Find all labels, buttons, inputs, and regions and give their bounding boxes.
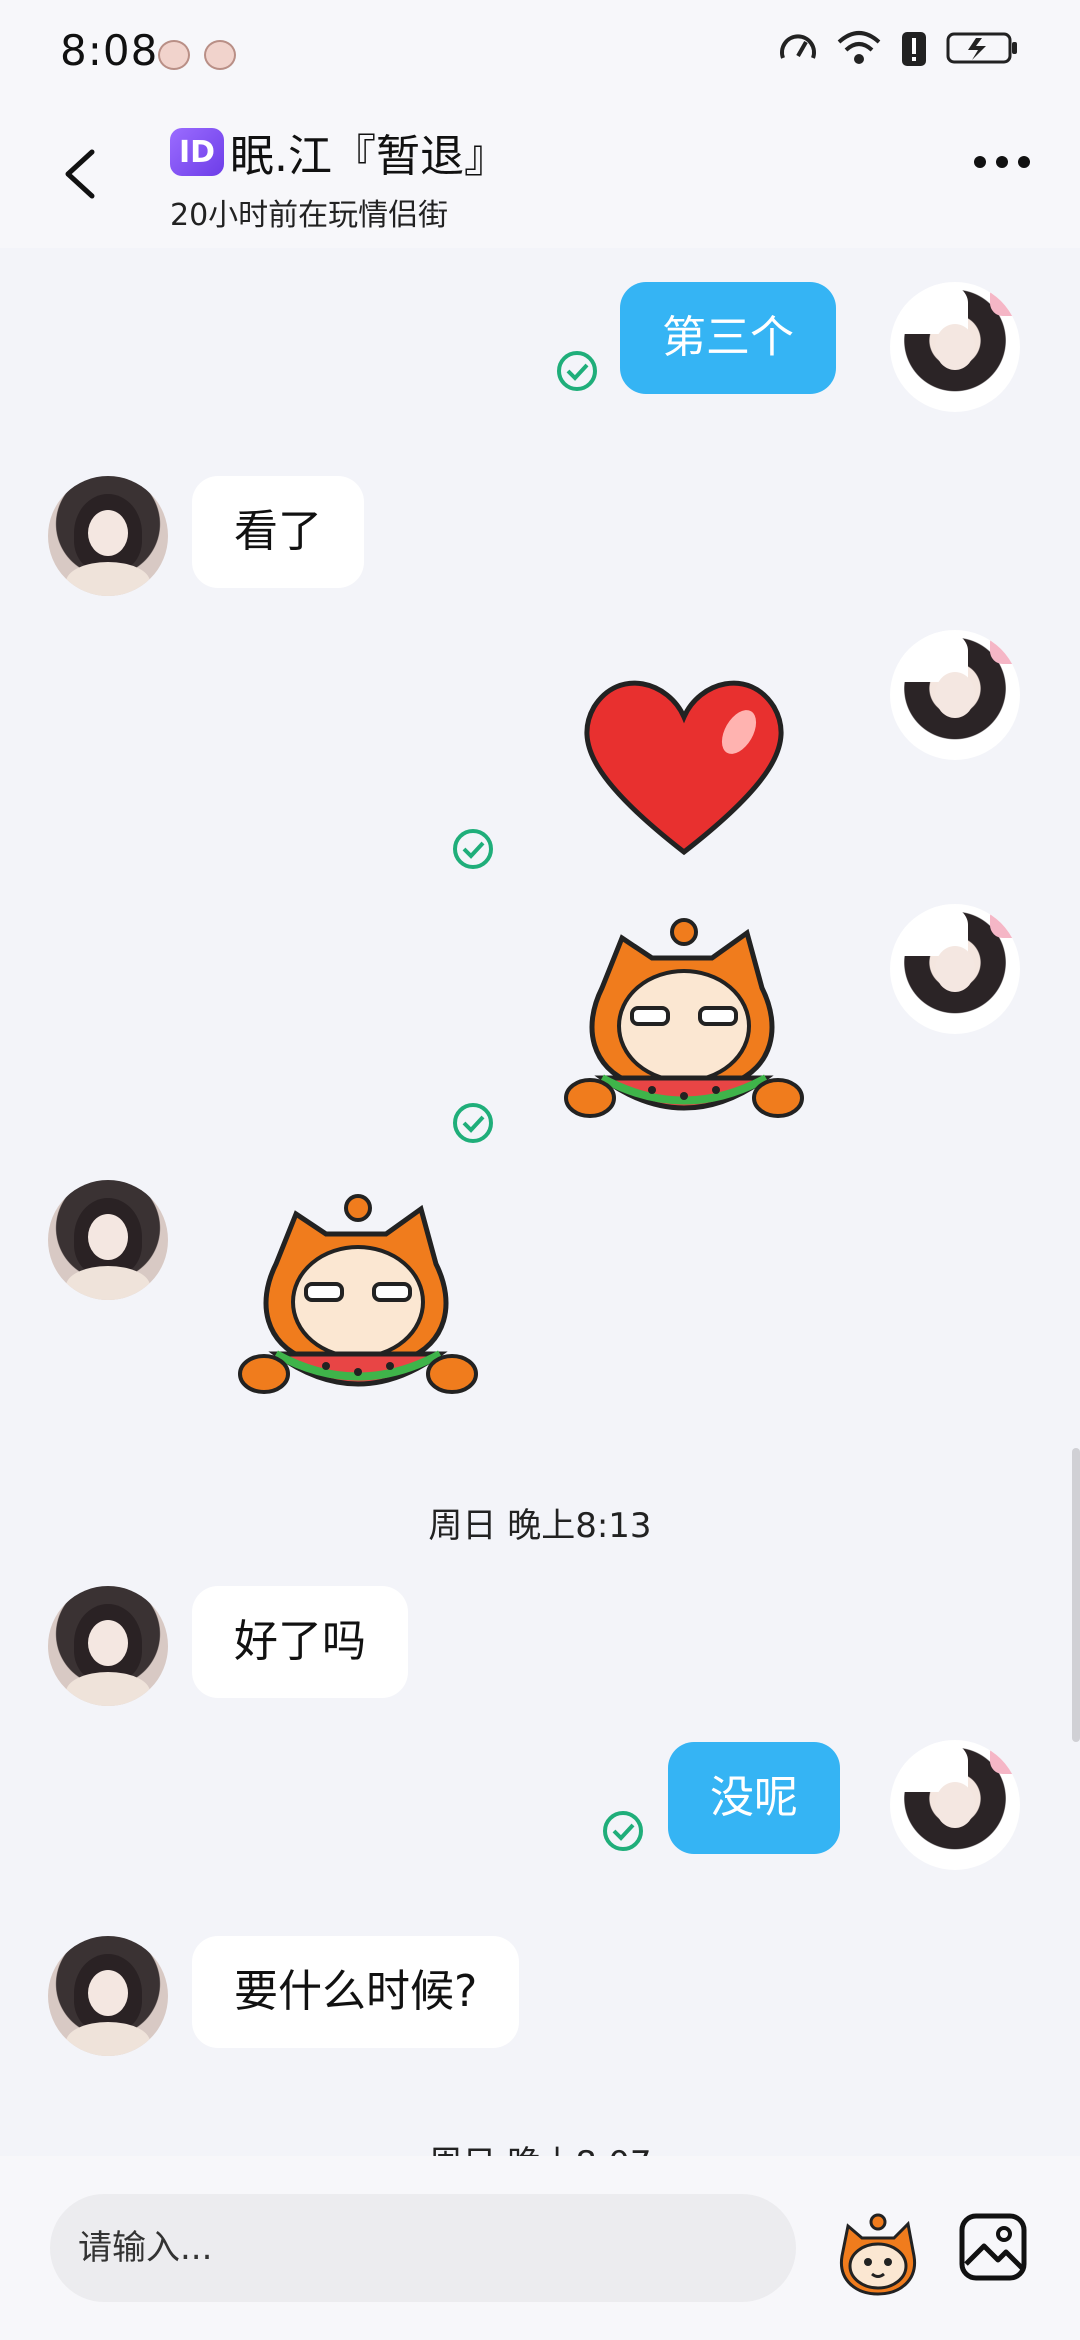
message-input[interactable]: 请输入... <box>50 2194 796 2302</box>
emoji-sticker-icon[interactable] <box>830 2206 926 2302</box>
id-badge: ID <box>170 128 224 176</box>
more-options-icon[interactable] <box>974 156 1030 168</box>
status-time: 8:08 <box>60 26 159 75</box>
my-avatar[interactable] <box>890 282 1020 412</box>
contact-avatar[interactable] <box>48 1180 168 1300</box>
watermelon-cat-sticker[interactable] <box>236 1194 480 1414</box>
my-avatar[interactable] <box>890 1740 1020 1870</box>
my-avatar[interactable] <box>890 630 1020 760</box>
message-bubble-outgoing[interactable]: 第三个 <box>620 282 836 394</box>
chat-header: ID 眠.江『暂退』 20小时前在玩情侣街 <box>0 100 1080 248</box>
alert-icon <box>902 32 926 66</box>
contact-avatar[interactable] <box>48 1936 168 2056</box>
status-icons <box>778 28 1020 68</box>
back-arrow-icon[interactable] <box>58 146 106 202</box>
message-bubble-incoming[interactable]: 好了吗 <box>192 1586 408 1698</box>
read-check-icon <box>557 351 597 391</box>
heart-sticker[interactable] <box>574 672 794 862</box>
pet-status-icon-2 <box>204 40 236 70</box>
scrollbar[interactable] <box>1072 1448 1080 1742</box>
contact-name: 眠.江『暂退』 <box>230 131 508 182</box>
image-picker-icon[interactable] <box>958 2212 1028 2282</box>
my-avatar[interactable] <box>890 904 1020 1034</box>
battery-icon <box>946 32 1017 64</box>
message-bubble-incoming[interactable]: 要什么时候? <box>192 1936 520 2048</box>
timestamp: 周日 晚上8:13 <box>428 1506 652 1546</box>
read-check-icon <box>453 829 493 869</box>
chat-title-group[interactable]: ID 眠.江『暂退』 20小时前在玩情侣街 <box>170 120 508 234</box>
message-bubble-incoming[interactable]: 看了 <box>192 476 364 588</box>
wifi-icon <box>837 31 881 64</box>
message-bubble-outgoing[interactable]: 没呢 <box>668 1742 840 1854</box>
read-check-icon <box>603 1811 643 1851</box>
read-check-icon <box>453 1103 493 1143</box>
status-bar: 8:08 <box>0 0 1080 100</box>
contact-avatar[interactable] <box>48 476 168 596</box>
contact-status: 20小时前在玩情侣街 <box>170 198 449 233</box>
pet-status-icon <box>158 40 190 70</box>
speed-icon <box>780 34 816 59</box>
input-bar: 请输入... <box>0 2156 1080 2340</box>
watermelon-cat-sticker[interactable] <box>562 918 806 1138</box>
contact-avatar[interactable] <box>48 1586 168 1706</box>
